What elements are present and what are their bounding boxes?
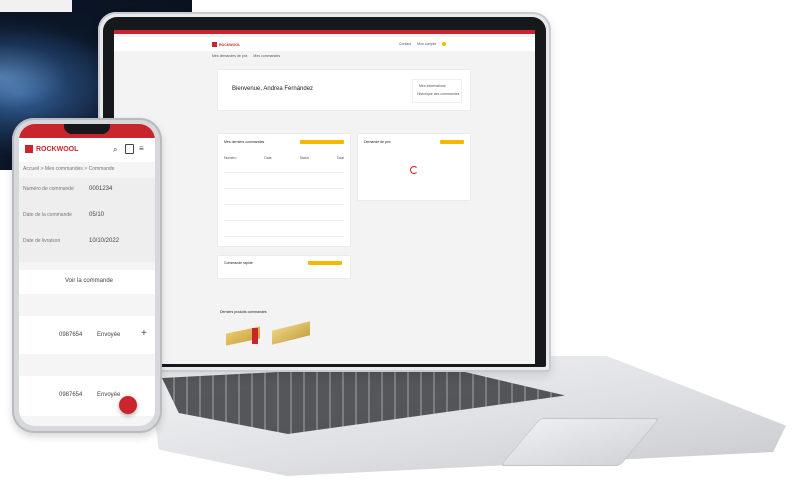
price-requests-title: Demande de prix (364, 140, 391, 144)
floating-action-button[interactable] (119, 396, 137, 414)
screen-logo[interactable]: ROCKWOOL (212, 42, 240, 47)
order-date-label: Date de la commande (23, 212, 72, 218)
orders-card: Mes derniers commandes Numéro Date Statu… (218, 134, 350, 246)
item-status: Envoyée (97, 332, 121, 338)
welcome-card: Bienvenue, Andrea Fernández Mes informat… (218, 70, 470, 110)
contact-link[interactable]: Contact (399, 42, 411, 46)
quick-order-card: Commande rapide (218, 256, 350, 278)
column-date: Date (264, 156, 272, 160)
brand-name: ROCKWOOL (219, 42, 241, 47)
products-title: Derniers produits commandés (220, 310, 267, 314)
price-requests-card: Demande de prix (358, 134, 470, 200)
product-package-image[interactable] (252, 328, 258, 344)
welcome-title: Bienvenue, Andrea Fernández (232, 86, 314, 92)
order-number-label: Numéro de commande (23, 186, 74, 192)
account-link[interactable]: Mon compte (417, 42, 436, 46)
table-row[interactable] (224, 204, 344, 205)
table-row[interactable] (224, 220, 344, 221)
breadcrumb: Accueil > Mes commandes > Commande (23, 166, 115, 172)
orders-title: Mes derniers commandes (224, 140, 265, 144)
table-row[interactable] (224, 236, 344, 237)
white-tab-shape (0, 0, 72, 12)
quick-order-button[interactable] (308, 261, 342, 265)
nav-price-requests[interactable]: Mes demandes de prix (212, 54, 247, 58)
account-info-link[interactable]: Mes informations (419, 84, 446, 88)
search-icon[interactable]: ⌕ (113, 145, 117, 155)
order-number-value: 0001234 (89, 186, 113, 192)
phone-logo[interactable]: ROCKWOOL (25, 145, 78, 153)
screen-header (114, 37, 535, 51)
laptop-screen: ROCKWOOL Contact Mon compte Mes demandes… (114, 30, 535, 364)
rockwool-logo-icon (212, 42, 217, 47)
orders-table-header: Numéro Date Statut Total (224, 156, 344, 160)
table-row[interactable] (224, 172, 344, 173)
item-ref: 0987654 (59, 332, 83, 338)
see-order-label: Voir la commande (65, 278, 114, 284)
header-links: Contact Mon compte (399, 42, 447, 46)
nav-orders[interactable]: Mes commandes (253, 54, 280, 58)
item-ref: 0987654 (59, 392, 83, 398)
phone-screen: ROCKWOOL ⌕ ≡ Accueil > Mes commandes > C… (19, 124, 155, 426)
loading-spinner-icon (410, 166, 418, 174)
account-box: Mes informations Historique des commande… (413, 80, 461, 102)
delivery-date-value: 10/10/2022 (89, 238, 120, 244)
price-requests-button[interactable] (440, 140, 464, 144)
menu-icon[interactable]: ≡ (139, 144, 144, 153)
column-status: Statut (299, 156, 309, 160)
screen-nav: Mes demandes de prix Mes commandes (212, 54, 280, 58)
column-number: Numéro (224, 156, 237, 160)
list-item[interactable]: 0987654 Envoyée + (19, 316, 155, 354)
screen-top-bar (114, 30, 535, 34)
order-details: Numéro de commande 0001234 Date de la co… (19, 178, 155, 262)
product-board-image[interactable] (272, 321, 310, 345)
cart-icon[interactable] (125, 144, 134, 154)
order-date-value: 05/10 (89, 212, 105, 218)
plus-icon[interactable]: + (141, 328, 147, 339)
item-status: Envoyée (97, 392, 121, 398)
phone-brand-name: ROCKWOOL (36, 145, 79, 153)
rockwool-logo-icon (25, 145, 33, 153)
table-row[interactable] (224, 188, 344, 189)
see-all-orders-button[interactable] (300, 140, 344, 144)
phone-notch (64, 124, 110, 134)
see-order-button[interactable]: Voir la commande (19, 270, 155, 294)
cart-icon[interactable] (442, 42, 447, 46)
order-history-link[interactable]: Historique des commandes (417, 92, 459, 96)
quick-order-title: Commande rapide (224, 261, 253, 265)
delivery-date-label: Date de livraison (23, 238, 61, 244)
column-total: Total (336, 156, 344, 160)
